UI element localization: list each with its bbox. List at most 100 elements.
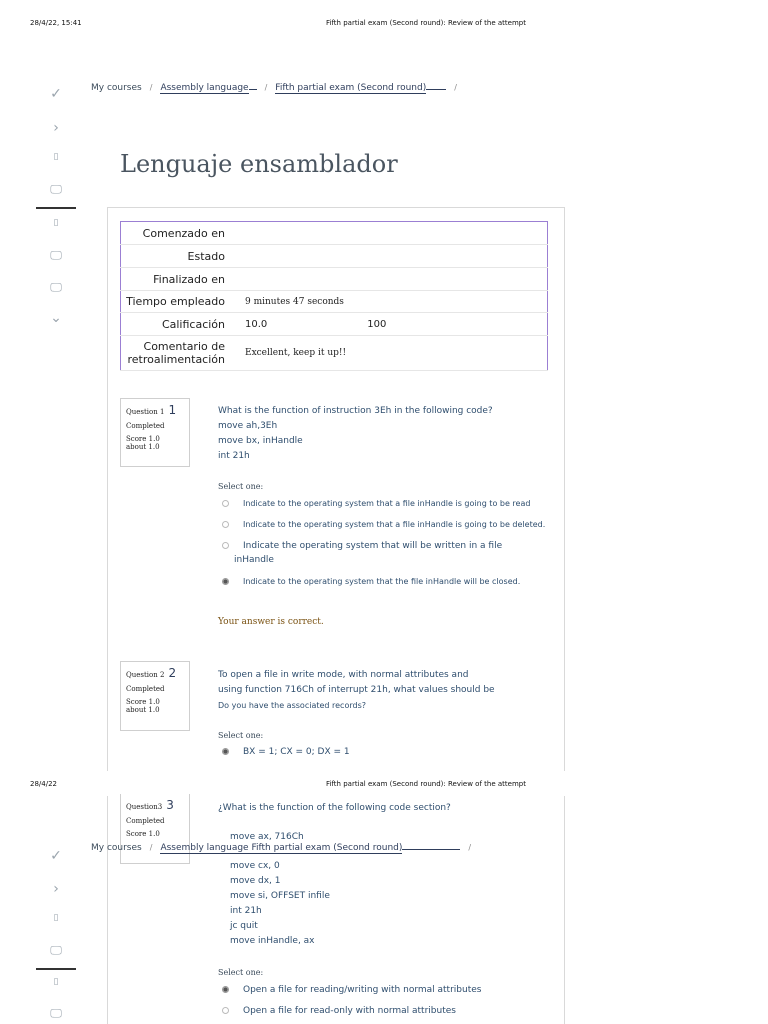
answer-feedback: Your answer is correct. xyxy=(218,617,324,627)
code-line: move ah,3Eh xyxy=(218,421,278,431)
answer-option[interactable]: Indicate to the operating system that a … xyxy=(222,497,530,511)
box-icon[interactable]: ▯ xyxy=(36,218,76,228)
monitor-icon[interactable]: 🖵 xyxy=(36,1006,76,1021)
question-state: Completed xyxy=(126,685,165,693)
summary-row: Calificación 10.0 100 xyxy=(120,312,548,336)
question-state: Completed xyxy=(126,817,165,825)
option-label: BX = 1; CX = 0; DX = 1 xyxy=(243,747,350,757)
summary-label: Comenzado en xyxy=(120,221,235,245)
active-indicator xyxy=(36,207,76,209)
question-info-box: Question 22 Completed Score 1.0 about 1.… xyxy=(120,661,190,731)
check-icon[interactable]: ✓ xyxy=(36,848,76,864)
answer-option[interactable]: Open a file for read-only with normal at… xyxy=(222,1004,456,1018)
summary-row: Comentario de retroalimentación Excellen… xyxy=(120,335,548,371)
question-score: Score 1.0 xyxy=(126,435,160,443)
question-label: Question3 xyxy=(126,803,163,811)
summary-value xyxy=(235,244,548,268)
question-number: 3 xyxy=(166,798,174,812)
code-line: move inHandle, ax xyxy=(230,936,315,946)
summary-value: 10.0 100 xyxy=(235,312,548,336)
monitor-icon[interactable]: 🖵 xyxy=(36,943,76,958)
answer-option[interactable]: Indicate to the operating system that a … xyxy=(222,518,545,532)
select-one-label: Select one: xyxy=(218,968,264,977)
question-score: Score 1.0 xyxy=(126,698,160,706)
summary-label: Estado xyxy=(120,244,235,268)
breadcrumb: My courses / Assembly language / Fifth parti… xyxy=(91,83,457,94)
option-label: Indicate to the operating system that a … xyxy=(243,520,546,529)
summary-value xyxy=(235,267,548,291)
print-date: 28/4/22, 15:41 xyxy=(30,19,82,27)
answer-option[interactable]: Indicate to the operating system that th… xyxy=(222,575,520,589)
question-line: ¿What is the function of the following c… xyxy=(218,803,451,813)
chevron-right-icon[interactable]: › xyxy=(36,120,76,136)
option-label: Open a file for reading/writing with nor… xyxy=(243,985,482,995)
question-state: Completed xyxy=(126,422,165,430)
monitor-icon[interactable]: 🖵 xyxy=(36,182,76,197)
answer-option[interactable]: BX = 1; CX = 0; DX = 1 xyxy=(222,745,350,759)
question-line: What is the function of instruction 3Eh … xyxy=(218,406,493,416)
question-number: 2 xyxy=(168,666,177,680)
breadcrumb-my-courses[interactable]: My courses xyxy=(91,83,142,93)
summary-value: 9 minutes 47 seconds xyxy=(235,290,548,313)
chevron-down-icon[interactable]: ⌄ xyxy=(36,310,76,326)
breadcrumb-course-link[interactable]: Assembly language xyxy=(160,83,249,94)
select-one-label: Select one: xyxy=(218,731,264,740)
summary-row: Finalizado en xyxy=(120,267,548,291)
monitor-icon[interactable]: 🖵 xyxy=(36,280,76,295)
summary-value: Excellent, keep it up!! xyxy=(235,335,548,371)
question-score: Score 1.0 xyxy=(126,830,160,838)
question-line: using function 716Ch of interrupt 21h, w… xyxy=(218,685,495,695)
summary-label: Finalizado en xyxy=(120,267,235,291)
question-number: 1 xyxy=(168,403,177,417)
code-line: int 21h xyxy=(230,906,262,916)
question-text: ¿What is the function of the following c… xyxy=(218,801,451,816)
code-line: move si, OFFSET infile xyxy=(230,891,330,901)
breadcrumb-my-courses[interactable]: My courses xyxy=(91,843,142,853)
print-title: Fifth partial exam (Second round): Revie… xyxy=(326,19,526,27)
breadcrumb-exam-link[interactable]: Fifth partial exam (Second round) xyxy=(275,83,427,94)
answer-option[interactable]: Open a file for reading/writing with nor… xyxy=(222,983,481,997)
radio-button[interactable] xyxy=(222,500,229,507)
question-label: Question 1 xyxy=(126,408,165,416)
code-line: jc quit xyxy=(230,921,258,931)
page-title: Lenguaje ensamblador xyxy=(120,150,398,178)
radio-button[interactable] xyxy=(222,542,229,549)
box-icon[interactable]: ▯ xyxy=(36,913,76,923)
radio-button-selected[interactable] xyxy=(222,578,229,585)
grade-max: 100 xyxy=(367,318,387,330)
code-line: int 21h xyxy=(218,451,250,461)
print-title: Fifth partial exam (Second round): Revie… xyxy=(326,780,526,788)
select-one-label: Select one: xyxy=(218,482,264,491)
radio-button[interactable] xyxy=(222,1007,229,1014)
monitor-icon[interactable]: 🖵 xyxy=(36,248,76,263)
radio-button[interactable] xyxy=(222,521,229,528)
summary-label: Calificación xyxy=(120,312,235,336)
code-line: move bx, inHandle xyxy=(218,436,303,446)
question-line: To open a file in write mode, with norma… xyxy=(218,670,469,680)
option-label: Indicate to the operating system that a … xyxy=(243,499,531,508)
box-icon[interactable]: ▯ xyxy=(36,152,76,162)
print-date: 28/4/22 xyxy=(30,780,57,788)
attempt-summary-table: Comenzado en Estado Finalizado en Tiempo… xyxy=(120,221,548,371)
question-info-box: Question 11 Completed Score 1.0 about 1.… xyxy=(120,398,190,467)
summary-label: Comentario de retroalimentación xyxy=(120,335,235,371)
summary-value xyxy=(235,221,548,245)
radio-button-selected[interactable] xyxy=(222,986,229,993)
code-block: move ax, 716Ch move cx, 0 move dx, 1 mov… xyxy=(230,830,330,949)
summary-label: Tiempo empleado xyxy=(120,290,235,313)
radio-button-selected[interactable] xyxy=(222,748,229,755)
option-label: inHandle xyxy=(234,555,274,565)
active-indicator xyxy=(36,968,76,970)
code-line: move dx, 1 xyxy=(230,876,281,886)
code-line: move ax, 716Ch xyxy=(230,832,304,842)
answer-option[interactable]: Indicate the operating system that will … xyxy=(222,539,502,567)
question-text: What is the function of instruction 3Eh … xyxy=(218,404,493,464)
option-label: Open a file for read-only with normal at… xyxy=(243,1006,456,1016)
box-icon[interactable]: ▯ xyxy=(36,977,76,987)
summary-row: Comenzado en xyxy=(120,221,548,245)
summary-row: Estado xyxy=(120,244,548,268)
chevron-right-icon[interactable]: › xyxy=(36,881,76,897)
check-icon[interactable]: ✓ xyxy=(36,86,76,102)
grade-value: 10.0 xyxy=(245,318,268,330)
question-label: Question 2 xyxy=(126,671,165,679)
